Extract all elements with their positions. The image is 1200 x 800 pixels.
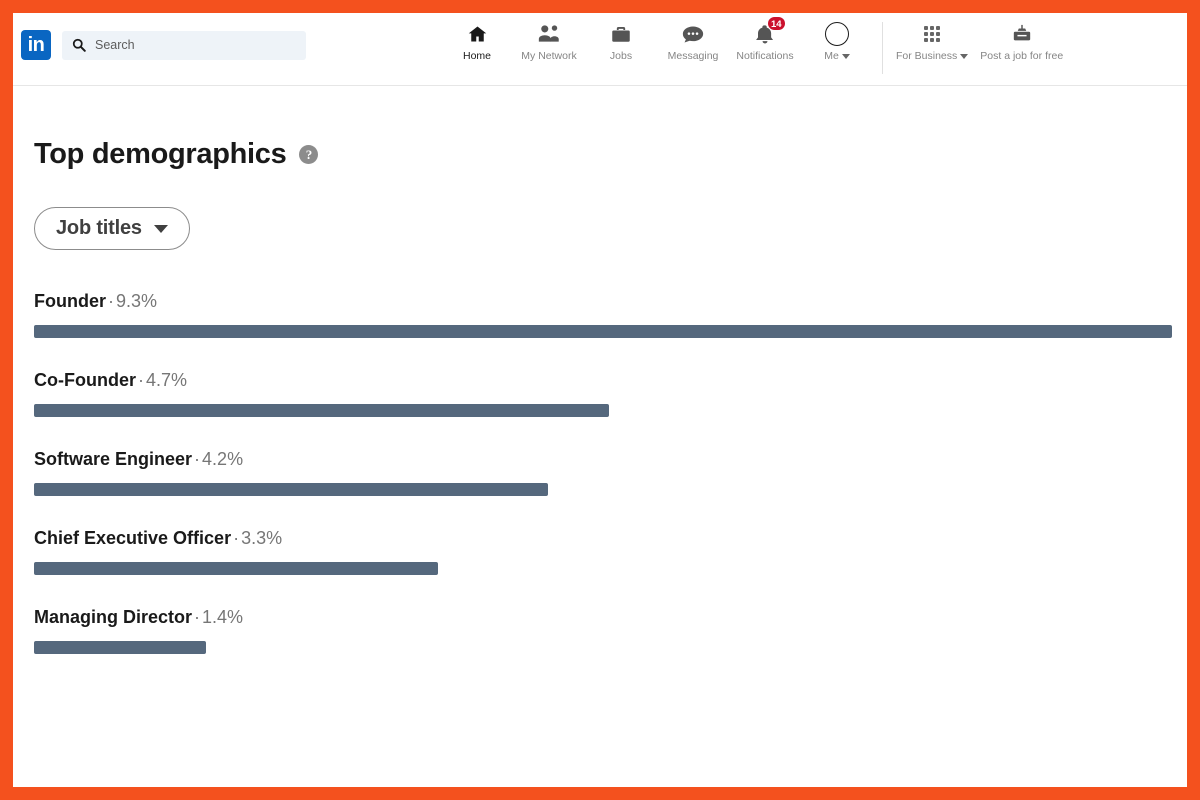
nav-label-jobs: Jobs <box>609 50 633 62</box>
nav-label-post-a-job: Post a job for free <box>980 50 1064 62</box>
bar-fill <box>34 641 206 654</box>
bar-fill <box>34 562 438 575</box>
linkedin-logo-icon[interactable]: in <box>21 30 51 60</box>
demographic-value: 4.2% <box>202 449 244 469</box>
nav-item-for-business[interactable]: For Business <box>890 21 974 62</box>
nav-item-post-a-job[interactable]: Post a job for free <box>974 21 1069 62</box>
orange-border-frame: in Search Home My Network Jobs Messaging… <box>0 0 1200 800</box>
nav-label-home: Home <box>462 50 491 62</box>
demographics-list: Founder · 9.3% Co-Founder · 4.7% Software En… <box>34 291 1172 654</box>
bar-fill <box>34 325 1172 338</box>
nav-label-notifications: Notifications <box>736 50 794 62</box>
demographic-label: Software Engineer · 4.2% <box>34 449 1166 470</box>
navbar-secondary-nav: For Business Post a job for free <box>890 13 1069 62</box>
demographic-label: Co-Founder · 4.7% <box>34 370 1166 391</box>
nav-item-jobs[interactable]: Jobs <box>585 21 657 62</box>
main-content: Top demographics ? Job titles Founder · 9.… <box>13 86 1187 654</box>
nav-item-my-network[interactable]: My Network <box>513 21 585 62</box>
nav-item-notifications[interactable]: 14 Notifications <box>729 16 801 62</box>
search-icon <box>72 38 86 52</box>
nav-label-messaging: Messaging <box>667 50 719 62</box>
demographic-name: Chief Executive Officer <box>34 528 232 548</box>
filter-label: Job titles <box>56 217 142 239</box>
avatar <box>825 22 849 46</box>
separator: · <box>137 370 144 390</box>
demographic-name: Founder <box>34 291 106 311</box>
bar-track <box>34 641 1172 654</box>
page-title: Top demographics <box>34 138 287 170</box>
question-mark-icon[interactable]: ? <box>299 145 319 164</box>
bar-track <box>34 483 1172 496</box>
bar-fill <box>34 483 549 496</box>
nav-item-home[interactable]: Home <box>441 21 513 62</box>
global-navbar: in Search Home My Network Jobs Messaging… <box>13 13 1187 86</box>
list-item: Co-Founder · 4.7% <box>34 370 1166 417</box>
demographic-name: Managing Director <box>34 607 193 627</box>
separator: · <box>108 291 114 311</box>
demographic-name: Software Engineer <box>34 449 193 469</box>
bar-track <box>34 404 1172 417</box>
demographic-label: Chief Executive Officer · 3.3% <box>34 528 1166 549</box>
demographic-value: 1.4% <box>202 607 244 627</box>
list-item: Founder · 9.3% <box>34 291 1172 338</box>
bar-fill <box>34 404 609 417</box>
chevron-down-icon <box>841 53 850 59</box>
bar-track <box>34 325 1172 338</box>
nav-item-me[interactable]: Me <box>801 21 873 62</box>
for-business-text: For Business <box>896 50 958 62</box>
people-icon <box>538 21 560 47</box>
navbar-primary-nav: Home My Network Jobs Messaging 14 Notifi… <box>441 13 873 62</box>
list-item: Chief Executive Officer · 3.3% <box>34 528 1166 575</box>
demographic-value: 9.3% <box>116 291 158 311</box>
briefcase-icon <box>611 21 631 47</box>
search-placeholder-text: Search <box>95 38 135 52</box>
bar-track <box>34 562 1172 575</box>
nav-label-my-network: My Network <box>521 50 577 62</box>
nav-label-me: Me <box>824 50 850 62</box>
search-input[interactable]: Search <box>62 30 306 60</box>
separator: · <box>194 607 201 627</box>
chevron-down-icon <box>960 53 969 59</box>
home-icon <box>467 21 488 47</box>
demographic-value: 4.7% <box>145 370 188 390</box>
linkedin-page: in Search Home My Network Jobs Messaging… <box>13 13 1187 787</box>
demographic-label: Managing Director · 1.4% <box>34 607 1166 628</box>
separator: · <box>233 528 240 548</box>
bell-icon: 14 <box>755 16 786 47</box>
demographic-label: Founder · 9.3% <box>34 291 1166 312</box>
nav-item-messaging[interactable]: Messaging <box>657 21 729 62</box>
navbar-left-section: in Search <box>13 13 306 60</box>
grid-dots <box>924 26 941 42</box>
page-title-row: Top demographics ? <box>34 86 1166 171</box>
demographic-value: 3.3% <box>241 528 283 548</box>
message-bubble-icon <box>682 21 704 47</box>
chevron-down-icon <box>153 224 168 233</box>
nav-label-for-business: For Business <box>896 50 969 62</box>
filter-row: Job titles <box>34 207 1166 250</box>
list-item: Managing Director · 1.4% <box>34 607 1166 654</box>
post-job-icon <box>1011 21 1033 47</box>
me-text: Me <box>824 50 839 62</box>
separator: · <box>194 449 201 469</box>
avatar-icon <box>825 21 849 47</box>
grid-apps-icon <box>924 21 941 47</box>
notifications-badge: 14 <box>767 16 786 31</box>
list-item: Software Engineer · 4.2% <box>34 449 1166 496</box>
navbar-divider <box>882 22 883 74</box>
job-titles-filter-dropdown[interactable]: Job titles <box>34 207 190 250</box>
demographic-name: Co-Founder <box>34 370 136 390</box>
